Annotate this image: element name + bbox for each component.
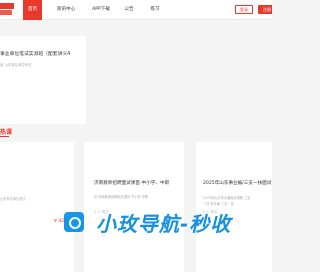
course-desc: 2025年山东事业编面试课程 三支 bbox=[203, 196, 251, 200]
course-title: 事业单位笔试实测班（配套讲义4 bbox=[0, 52, 71, 57]
course-subtitle: 省 山东事业单位考试 bbox=[0, 63, 32, 67]
site-logo[interactable] bbox=[0, 2, 14, 16]
page-root: 首页 资讯中心 APP下载 公告 练习 登录 注册 事业单位笔试实测班（配套讲义… bbox=[0, 0, 272, 272]
main-nav: 首页 资讯中心 APP下载 公告 练习 bbox=[23, 0, 162, 20]
course-card[interactable]: 济南教师招聘面试课首-中小学、中职 省 济南教师招聘面试课首 中小学 中职 bbox=[84, 142, 184, 272]
course-desc: 山东事业单位考试 bbox=[0, 197, 26, 201]
nav-item-home[interactable]: 首页 bbox=[23, 0, 42, 20]
nav-item-news[interactable]: 资讯中心 bbox=[54, 0, 78, 20]
featured-course-card[interactable]: 事业单位笔试实测班（配套讲义4 省 山东事业单位考试 bbox=[0, 36, 86, 124]
logo-mark-top bbox=[0, 3, 14, 9]
nav-item-practice[interactable]: 练习 bbox=[148, 0, 162, 20]
course-title: 2025年山东事业编/三支一扶面试 bbox=[203, 181, 272, 186]
course-desc: 省 济南教师招聘面试课首 中小学 中职 bbox=[94, 195, 149, 199]
course-card[interactable]: 山东事业单位考试 bbox=[0, 142, 74, 272]
nav-item-notice[interactable]: 公告 bbox=[122, 0, 136, 20]
top-header: 首页 资讯中心 APP下载 公告 练习 登录 注册 bbox=[0, 0, 272, 20]
watermark-logo-icon bbox=[64, 212, 84, 232]
course-title: 济南教师招聘面试课首-中小学、中职 bbox=[94, 181, 170, 186]
register-button[interactable]: 注册 bbox=[258, 5, 272, 14]
course-card[interactable]: 2025年山东事业编/三支一扶面试 2025年山东事业编面试课程 三支 一扶 事… bbox=[196, 142, 272, 272]
logo-mark-bottom bbox=[0, 10, 12, 15]
nav-item-app-download[interactable]: APP下载 bbox=[88, 0, 114, 20]
section-underline bbox=[0, 136, 9, 137]
login-button[interactable]: 登录 bbox=[235, 5, 253, 14]
course-desc: 一扶 事业编 三支一扶 bbox=[203, 202, 234, 206]
section-title: 热课 bbox=[0, 129, 13, 136]
watermark-text: 小玫导航-秒收 bbox=[96, 212, 232, 236]
